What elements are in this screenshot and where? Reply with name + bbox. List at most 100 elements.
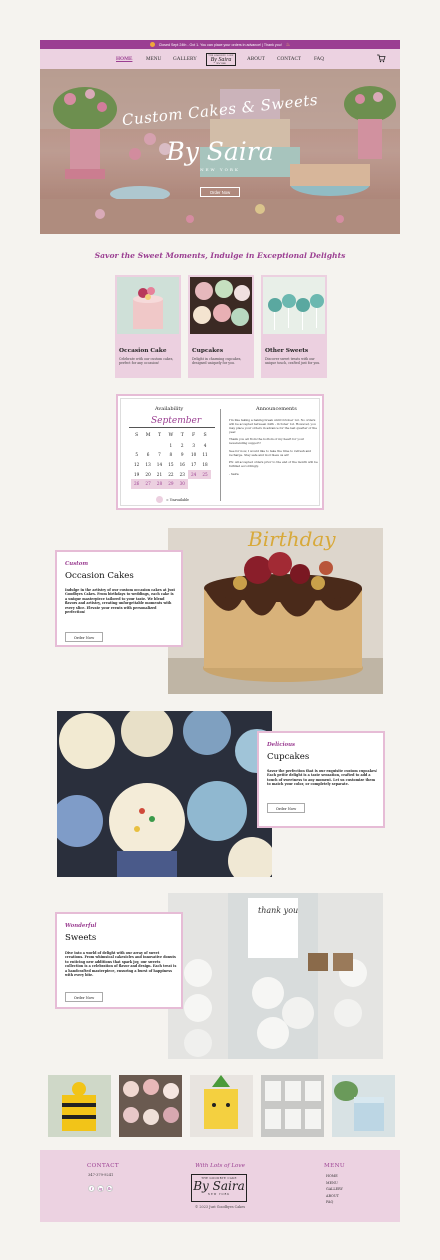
calendar-day-unavailable[interactable]: 27 [142, 479, 154, 490]
hero-banner: Custom Cakes & Sweets By Saira NEW YORK … [40, 69, 400, 234]
footer-menu-item[interactable]: GALLERY [326, 1186, 343, 1193]
footer-social-links: f ig fb [88, 1185, 113, 1192]
calendar-day[interactable]: 13 [142, 460, 153, 470]
calendar-day-unavailable[interactable]: 24 [187, 469, 200, 480]
cupcakes-order-button[interactable]: Order Now [267, 803, 305, 813]
category-title: Cupcakes [192, 348, 224, 354]
gallery-photo-favors[interactable] [261, 1075, 324, 1137]
calendar-day-unavailable[interactable]: 29 [165, 479, 177, 490]
nav-menu[interactable]: MENU [146, 56, 161, 62]
calendar-day [154, 441, 165, 451]
calendar-day[interactable]: 12 [131, 460, 142, 470]
calendar-week: 19 20 21 22 23 24 25 [131, 469, 211, 480]
nav-about[interactable]: ABOUT [247, 56, 265, 62]
footer-phone[interactable]: 347-379-9241 [88, 1173, 113, 1177]
calendar-day[interactable]: 19 [131, 470, 142, 480]
announcement-signature: - Saira [229, 471, 239, 476]
calendar-day[interactable]: 20 [142, 470, 153, 480]
category-title: Occasion Cake [119, 348, 167, 354]
cake-icon: ♨ [285, 41, 291, 48]
weekday-label: T [180, 433, 184, 438]
feature-title: Sweets [65, 933, 97, 943]
category-card-occasion-cake[interactable]: Occasion Cake Celebrate with our custom … [115, 275, 181, 378]
calendar-day [188, 479, 199, 489]
footer-menu-heading: MENU [324, 1163, 346, 1169]
footer-menu-item[interactable]: HOME [326, 1173, 343, 1180]
occasion-order-button[interactable]: Order Now [65, 632, 103, 642]
brand-logo[interactable]: THE GOODBYE CAKE By Saira NEW YORK [206, 53, 236, 66]
feature-subtitle: Wonderful [65, 923, 97, 929]
legend-label: = Unavailable [166, 497, 189, 502]
calendar-legend: = Unavailable [156, 496, 189, 503]
tagline: Savor the Sweet Moments, Indulge in Exce… [94, 251, 346, 260]
calendar-day[interactable]: 2 [177, 441, 188, 451]
occasion-cake-image [117, 277, 179, 334]
footer-menu-item[interactable]: ABOUT [326, 1193, 343, 1200]
calendar-week: 1 2 3 4 [131, 441, 211, 451]
instagram-icon[interactable]: ig [97, 1185, 104, 1192]
calendar-day[interactable]: 4 [199, 441, 210, 451]
category-card-other-sweets[interactable]: Other Sweets Discover sweet treats with … [261, 275, 327, 378]
category-card-cupcakes[interactable]: Cupcakes Delight in charming cupcakes, d… [188, 275, 254, 378]
cake-topper: Birthday [247, 528, 336, 551]
sweets-order-button[interactable]: Order Now [65, 992, 103, 1002]
announcement-paragraph: Thank you all from the bottom of my hear… [229, 437, 305, 446]
nav-home[interactable]: HOME [116, 56, 132, 62]
announcements-heading: Announcements [256, 406, 297, 412]
nav-gallery[interactable]: GALLERY [173, 56, 197, 62]
nav-faq[interactable]: FAQ [314, 56, 324, 62]
availability-inner: Availability Announcements September S M… [120, 398, 320, 506]
footer-menu-item[interactable]: MENU [326, 1180, 343, 1187]
calendar-day-unavailable[interactable]: 28 [153, 479, 166, 490]
calendar-day-unavailable[interactable]: 25 [199, 469, 211, 480]
calendar-day[interactable]: 7 [154, 450, 165, 460]
footer-menu: HOME MENU GALLERY ABOUT FAQ [326, 1173, 343, 1206]
calendar-day[interactable]: 5 [131, 450, 142, 460]
calendar-day-unavailable[interactable]: 26 [131, 479, 143, 490]
calendar-day[interactable]: 8 [165, 450, 176, 460]
gallery-photo-cupcakes[interactable] [119, 1075, 182, 1137]
calendar-day[interactable]: 21 [154, 470, 165, 480]
hero-order-button[interactable]: Order Now [200, 187, 240, 197]
facebook-icon[interactable]: fb [106, 1185, 113, 1192]
sweets-photo: thank you [168, 893, 383, 1059]
page: Closed Sept 24th - Oct 1. You can place … [0, 0, 440, 1260]
panel-divider [220, 409, 221, 501]
category-desc: Celebrate with our custom cakes, perfect… [119, 357, 174, 365]
cupcakes-image [190, 277, 252, 334]
calendar-rule [129, 427, 215, 428]
nav-contact[interactable]: CONTACT [277, 56, 301, 62]
calendar-day-unavailable[interactable]: 30 [176, 479, 188, 490]
feature-cupcakes: Delicious Cupcakes Savor the perfection … [257, 731, 385, 828]
availability-calendar: S M T W T F S 1 2 3 4 5 6 7 8 9 10 11 12… [131, 431, 211, 490]
cart-icon[interactable] [376, 53, 386, 63]
calendar-day[interactable]: 17 [188, 460, 199, 470]
gallery-photo-blue-cake[interactable] [332, 1075, 395, 1137]
gallery-photo-pineapple-cake[interactable] [190, 1075, 253, 1137]
calendar-day[interactable]: 22 [165, 470, 176, 480]
calendar-week: 26 27 28 29 30 [131, 479, 211, 490]
calendar-day[interactable]: 23 [177, 470, 188, 480]
feature-occasion-cakes: Custom Occasion Cakes Indulge in the art… [55, 550, 183, 647]
calendar-day[interactable]: 6 [142, 450, 153, 460]
top-navigation: HOME MENU GALLERY THE GOODBYE CAKE By Sa… [40, 49, 400, 69]
calendar-week: 5 6 7 8 9 10 11 [131, 450, 211, 460]
calendar-day[interactable]: 18 [199, 460, 210, 470]
gallery-photo-bee-cake[interactable] [48, 1075, 111, 1137]
calendar-day[interactable]: 9 [177, 450, 188, 460]
calendar-day[interactable]: 14 [154, 460, 165, 470]
footer-menu-item[interactable]: FAQ [326, 1199, 343, 1206]
footer-love-text: With Lots of Love [195, 1163, 245, 1169]
calendar-day[interactable]: 16 [177, 460, 188, 470]
footer-logo[interactable]: THE GOODBYE CAKE By Saira NEW YORK [191, 1174, 247, 1202]
feature-subtitle: Delicious [267, 742, 296, 748]
calendar-day[interactable]: 15 [165, 460, 176, 470]
calendar-day[interactable]: 3 [188, 441, 199, 451]
feature-title: Occasion Cakes [65, 571, 134, 581]
other-sweets-image [263, 277, 325, 334]
announcement-banner: Closed Sept 24th - Oct 1. You can place … [40, 40, 400, 49]
calendar-day[interactable]: 10 [188, 450, 199, 460]
social-icon[interactable]: f [88, 1185, 95, 1192]
calendar-day[interactable]: 1 [165, 441, 176, 451]
calendar-day[interactable]: 11 [199, 450, 210, 460]
